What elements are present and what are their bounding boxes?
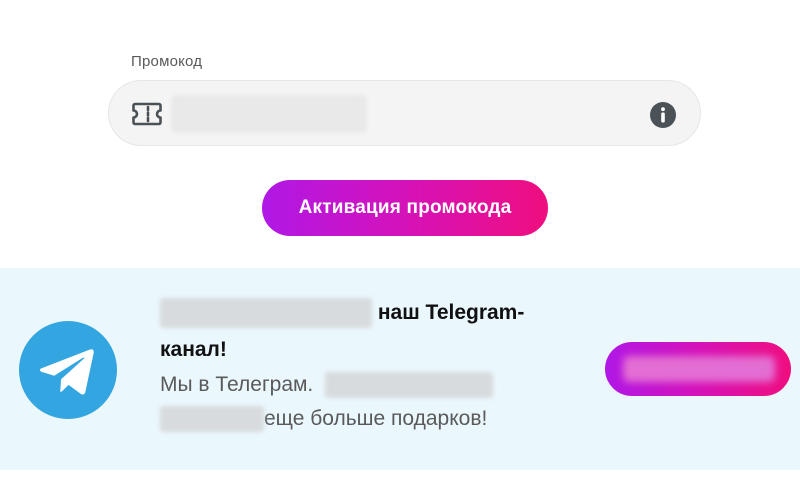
- ticket-icon: [132, 102, 162, 126]
- telegram-description: Мы в Телеграм. еще больше подарков!: [160, 368, 560, 436]
- promo-code-label: Промокод: [131, 53, 203, 70]
- telegram-banner: наш Telegram-канал! Мы в Телеграм. еще б…: [0, 268, 800, 470]
- promo-code-input[interactable]: [171, 95, 367, 133]
- blurred-text: [325, 372, 494, 399]
- blurred-text: [623, 356, 775, 382]
- telegram-title: наш Telegram-канал!: [160, 294, 580, 368]
- blurred-text: [160, 298, 372, 329]
- telegram-desc-end: еще больше подарков!: [264, 407, 488, 430]
- telegram-desc-start: Мы в Телеграм.: [160, 373, 314, 396]
- telegram-join-button[interactable]: [605, 342, 791, 396]
- blurred-text: [160, 406, 264, 433]
- promo-code-field[interactable]: [108, 80, 701, 146]
- telegram-logo-icon[interactable]: [19, 321, 117, 419]
- info-icon[interactable]: [649, 101, 677, 129]
- activate-promo-button[interactable]: Активация промокода: [262, 180, 548, 236]
